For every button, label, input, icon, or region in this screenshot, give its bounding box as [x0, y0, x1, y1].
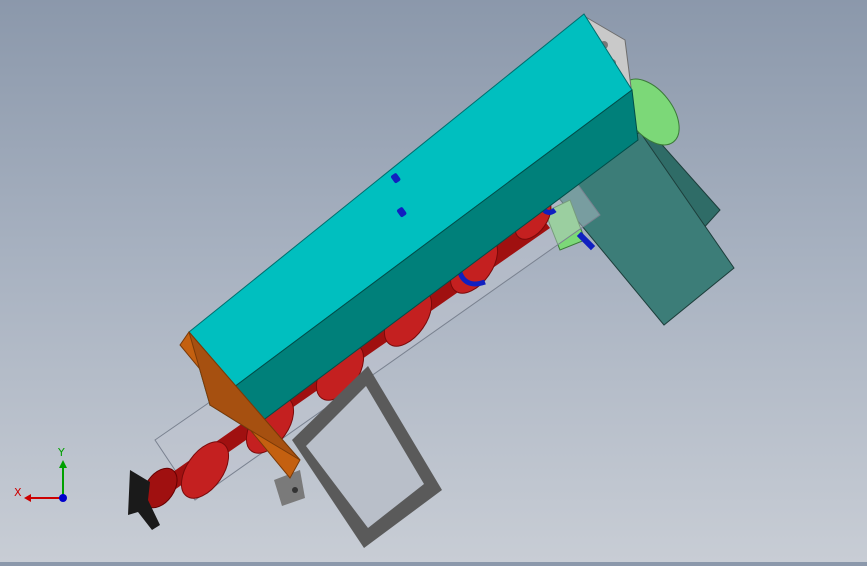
z-axis-dot: [59, 494, 67, 502]
x-axis-label: X: [14, 486, 22, 499]
cad-viewport[interactable]: X Y: [0, 0, 867, 562]
y-axis-label: Y: [57, 446, 65, 459]
coordinate-triad: X Y: [14, 446, 67, 502]
model-view: X Y: [14, 13, 735, 548]
x-axis-head: [24, 494, 31, 502]
y-axis-head: [59, 460, 67, 468]
trough-side-face: [209, 89, 639, 431]
frame-bolt: [292, 487, 298, 493]
